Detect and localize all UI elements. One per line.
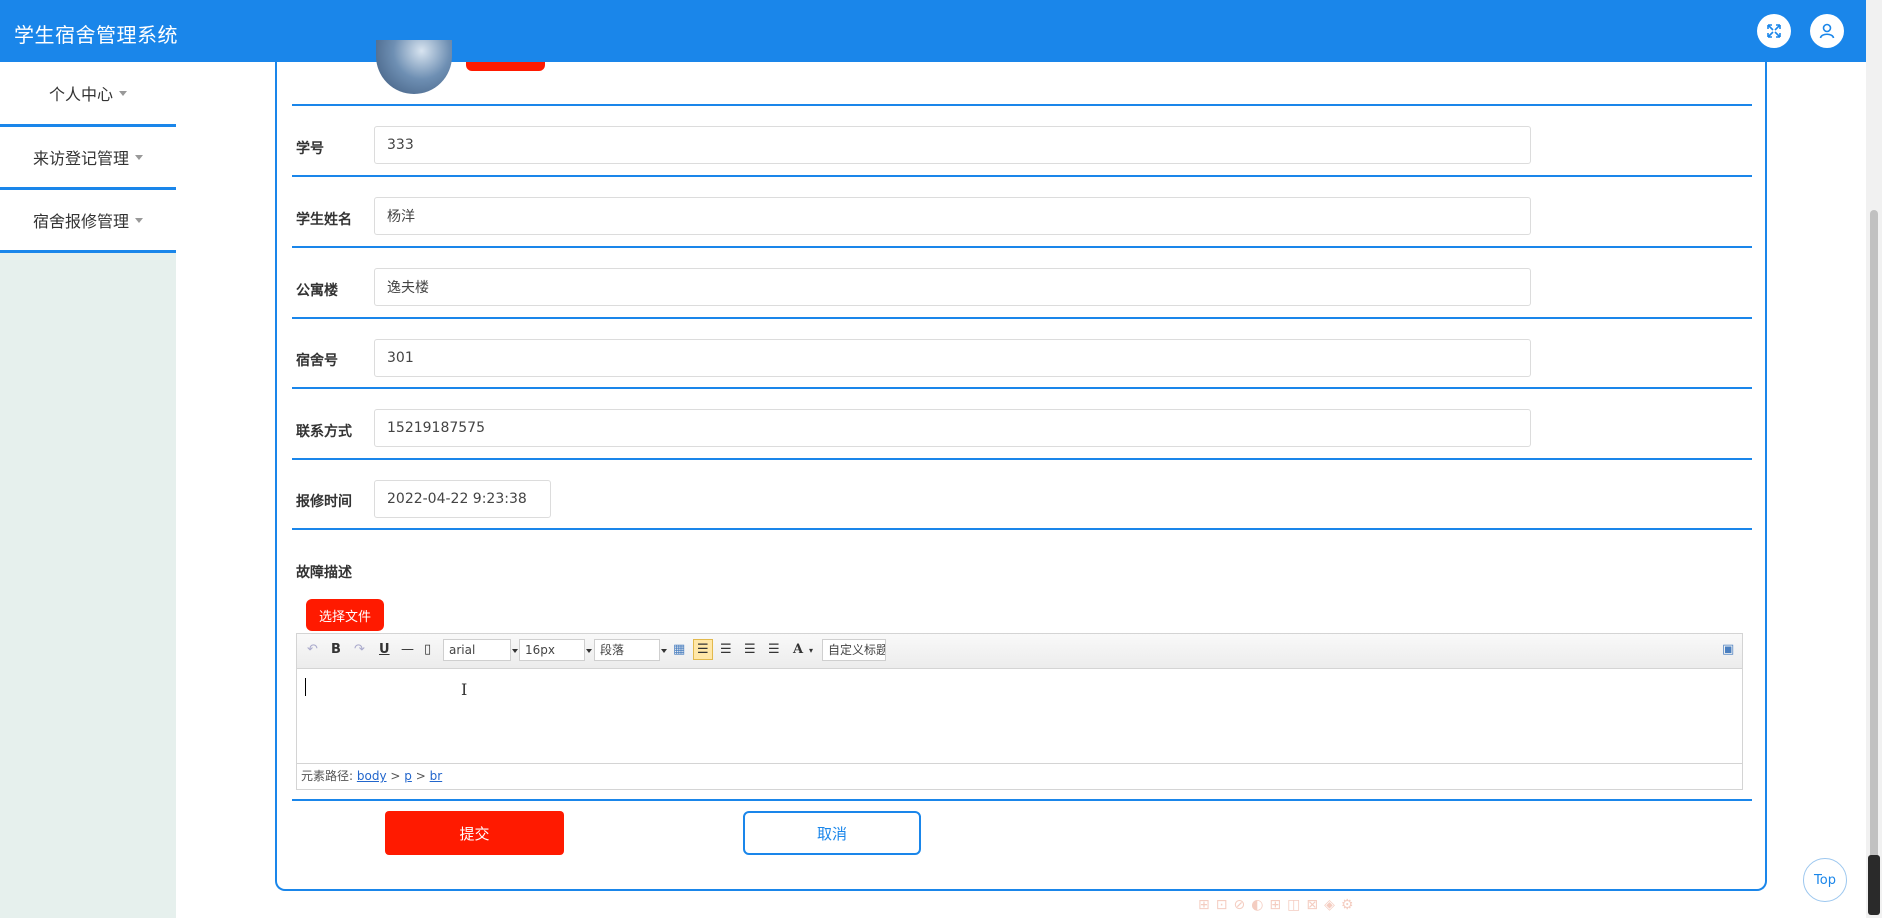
contact-input[interactable]: 15219187575 — [374, 409, 1531, 447]
choose-file-button[interactable]: 选择文件 — [306, 599, 384, 631]
chevron-down-icon — [135, 217, 143, 223]
scrollbar-end — [1868, 855, 1880, 915]
sidebar-item-dorm-repair[interactable]: 宿舍报修管理 — [0, 190, 176, 253]
path-separator: > — [390, 769, 401, 783]
divider — [292, 799, 1752, 801]
dorm-number-input[interactable]: 301 — [374, 339, 1531, 377]
align-center-icon[interactable]: ☰ — [744, 642, 756, 657]
scrollbar[interactable] — [1866, 0, 1882, 918]
editor-toolbar: ↶ B ↷ U — ▯ arial 16px 段落 ▦ ☰ ☰ ☰ ☰ A ▾ … — [297, 634, 1742, 669]
field-label-repair-time: 报修时间 — [296, 494, 352, 510]
underline-icon[interactable]: U — [379, 642, 390, 657]
align-left-icon[interactable]: ☰ — [693, 639, 713, 660]
fullscreen-icon — [1767, 24, 1781, 38]
preview-icon[interactable]: ▣ — [1722, 642, 1734, 657]
align-justify-icon[interactable]: ☰ — [768, 642, 780, 657]
bold-icon[interactable]: B — [331, 642, 341, 657]
divider — [292, 104, 1752, 106]
text-caret — [305, 678, 306, 696]
apartment-input[interactable]: 逸夫楼 — [374, 268, 1531, 306]
sidebar-item-label: 来访登记管理 — [32, 149, 129, 168]
app-title: 学生宿舍管理系统 — [14, 23, 178, 47]
repair-time-input[interactable]: 2022-04-22 9:23:38 — [374, 480, 551, 518]
field-label-student-name: 学生姓名 — [296, 212, 352, 228]
submit-button[interactable]: 提交 — [385, 811, 564, 855]
font-size-select[interactable]: 16px — [519, 639, 592, 661]
avatar-upload-button[interactable] — [466, 62, 545, 71]
table-icon[interactable]: ▦ — [673, 642, 685, 657]
field-label-fault-description: 故障描述 — [296, 565, 352, 581]
font-color-icon[interactable]: A — [793, 642, 803, 657]
redo-icon[interactable]: ↷ — [354, 642, 365, 657]
field-label-dorm-number: 宿舍号 — [296, 353, 338, 369]
fullscreen-button[interactable] — [1757, 14, 1791, 48]
element-path-bar: 元素路径: body > p > br — [297, 763, 1742, 789]
divider — [292, 458, 1752, 460]
divider — [292, 528, 1752, 530]
path-link-br[interactable]: br — [430, 769, 443, 783]
align-right-icon[interactable]: ☰ — [720, 642, 732, 657]
divider — [292, 246, 1752, 248]
chevron-down-icon — [119, 90, 127, 96]
top-navbar: 学生宿舍管理系统 — [0, 0, 1866, 62]
sidebar: 个人中心 来访登记管理 宿舍报修管理 — [0, 62, 176, 918]
chevron-down-icon[interactable]: ▾ — [809, 646, 813, 655]
path-separator: > — [415, 769, 426, 783]
field-label-student-id: 学号 — [296, 141, 324, 157]
element-path-label: 元素路径: — [301, 769, 354, 783]
chevron-down-icon — [135, 154, 143, 160]
sidebar-item-label: 宿舍报修管理 — [32, 212, 129, 231]
ime-toolbar-icon: ⊞⊡⊘◐⊞◫⊠◈⚙ — [1198, 897, 1360, 913]
path-link-p[interactable]: p — [404, 769, 412, 783]
horizontal-rule-icon[interactable]: — — [401, 642, 414, 657]
rich-text-editor: ↶ B ↷ U — ▯ arial 16px 段落 ▦ ☰ ☰ ☰ ☰ A ▾ … — [296, 633, 1743, 790]
sidebar-item-personal-center[interactable]: 个人中心 — [0, 62, 176, 127]
divider — [292, 387, 1752, 389]
back-to-top-button[interactable]: Top — [1803, 858, 1847, 902]
page-icon[interactable]: ▯ — [424, 642, 431, 657]
path-link-body[interactable]: body — [357, 769, 387, 783]
user-button[interactable] — [1810, 14, 1844, 48]
font-family-select[interactable]: arial — [443, 639, 518, 661]
scrollbar-thumb[interactable] — [1870, 210, 1878, 860]
sidebar-item-label: 个人中心 — [48, 85, 113, 104]
sidebar-item-visitor-registration[interactable]: 来访登记管理 — [0, 127, 176, 190]
student-id-input[interactable]: 333 — [374, 126, 1531, 164]
student-name-input[interactable]: 杨洋 — [374, 197, 1531, 235]
undo-icon[interactable]: ↶ — [307, 642, 318, 657]
cancel-button[interactable]: 取消 — [743, 811, 921, 855]
custom-title-select[interactable]: 自定义标题 — [822, 639, 886, 661]
user-icon — [1819, 23, 1835, 39]
editor-content-area[interactable]: I — [297, 668, 1742, 763]
text-cursor-icon: I — [461, 680, 468, 699]
field-label-contact: 联系方式 — [296, 424, 352, 440]
divider — [292, 317, 1752, 319]
paragraph-select[interactable]: 段落 — [594, 639, 667, 661]
divider — [292, 175, 1752, 177]
field-label-apartment: 公寓楼 — [296, 283, 338, 299]
